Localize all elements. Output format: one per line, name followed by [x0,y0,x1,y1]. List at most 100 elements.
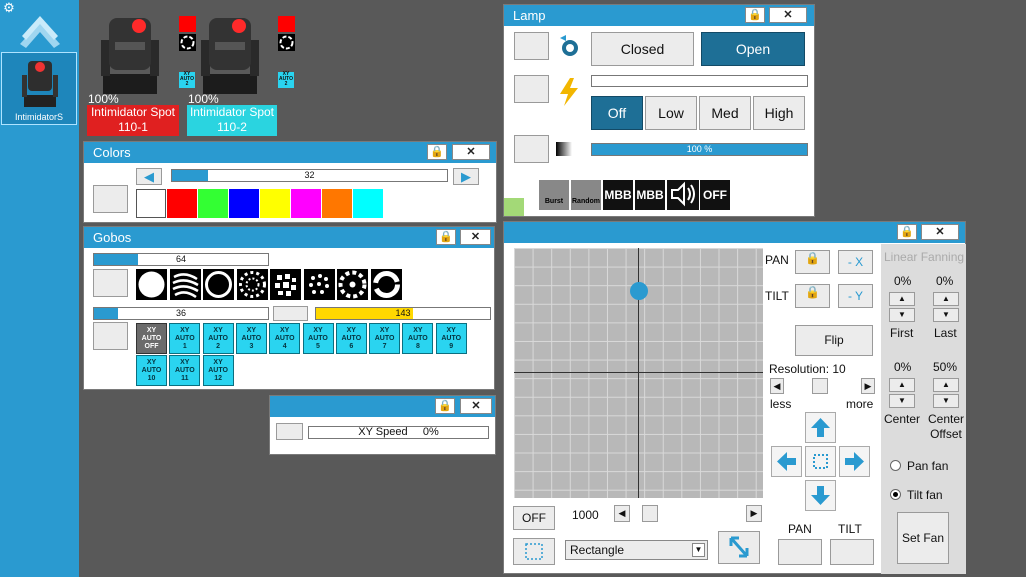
effect-mbb-button[interactable]: MBB [635,180,665,210]
xy-auto-button[interactable]: XY AUTO 4 [269,323,301,354]
color-swatch[interactable] [322,189,352,218]
fixture-2[interactable]: 100% Intimidator Spot 110-2 [187,12,277,137]
first-up-icon[interactable]: ▲ [889,292,915,306]
pan-lock-icon[interactable]: 🔒 [795,250,830,274]
gear-icon[interactable]: ⚙ [2,1,16,15]
xy-auto-button[interactable]: XY AUTO 8 [402,323,434,354]
arrow-down-icon[interactable] [805,480,836,511]
xy-auto-button[interactable]: XY AUTO 7 [369,323,401,354]
add-effect-icon[interactable] [504,198,524,216]
slider-thumb[interactable] [642,505,658,522]
speed-value-bar[interactable]: 143 [315,307,491,320]
gobos-title-bar[interactable]: Gobos 🔒 ✕ [84,227,494,248]
xy-auto-button[interactable]: XY AUTO 12 [202,355,234,386]
last-down-icon[interactable]: ▼ [933,308,959,322]
xy-auto-button[interactable]: XY AUTO 5 [302,323,334,354]
power-toggle-button[interactable] [514,75,549,103]
gobo-icon[interactable] [370,269,402,300]
pan-button[interactable] [778,539,822,565]
invert-y-button[interactable]: - Y [838,284,873,308]
gobo-value-bar[interactable]: 64 [93,253,269,266]
effect-mbb-button[interactable]: MBB [603,180,633,210]
close-button[interactable]: ✕ [460,229,491,245]
pan-fan-radio[interactable] [890,460,901,471]
colors-toggle-button[interactable] [93,185,128,213]
chevron-up-icon[interactable] [16,10,64,50]
prev-arrow-icon[interactable]: ◀ [136,168,162,185]
xy-auto-button[interactable]: XY AUTO 10 [136,355,167,386]
gobo-icon[interactable] [270,269,301,300]
color-swatch[interactable] [167,189,197,218]
effect-random-button[interactable]: Random [571,180,601,210]
arrow-right-icon[interactable] [839,446,870,477]
xy-auto-button[interactable]: XY AUTO 3 [235,323,267,354]
arrow-left-icon[interactable] [771,446,802,477]
swap-icon[interactable] [718,531,760,564]
gobo-icon[interactable] [169,269,201,300]
gobo-icon[interactable] [337,269,368,300]
slider-right-icon[interactable]: ▶ [746,505,762,522]
shape-select[interactable]: Rectangle ▼ [565,540,708,560]
pan-tilt-grid[interactable] [514,248,763,498]
lock-icon[interactable]: 🔒 [427,144,447,160]
fixture-1[interactable]: 100% Intimidator Spot 110-1 [87,12,179,137]
auto-toggle-button[interactable] [93,322,128,350]
speed-title-bar[interactable]: 🔒 ✕ [270,396,495,417]
slider-left-icon[interactable]: ◀ [770,378,784,394]
slider-thumb[interactable] [812,378,828,394]
effect-sound-button[interactable] [667,180,699,210]
closed-button[interactable]: Closed [591,32,694,66]
xy-auto-button[interactable]: XY AUTO 1 [169,323,201,354]
color-swatch[interactable] [353,189,383,218]
shutter-toggle-button[interactable] [514,32,549,60]
power-level-off-button[interactable]: Off [591,96,643,130]
dimmer-bar[interactable]: 100 % [591,143,808,156]
slider-left-icon[interactable]: ◀ [614,505,630,522]
lock-icon[interactable]: 🔒 [897,224,917,240]
color-swatch[interactable] [291,189,321,218]
gobo-toggle-button[interactable] [93,269,128,297]
select-area-icon[interactable] [513,538,555,565]
center-down-icon[interactable]: ▼ [889,394,915,408]
xy-auto-button[interactable]: XY AUTO OFF [136,323,167,354]
gobo-icon[interactable] [303,269,335,300]
invert-x-button[interactable]: - X [838,250,873,274]
chevron-down-icon[interactable]: ▼ [692,543,705,557]
lock-icon[interactable]: 🔒 [436,229,456,245]
center-icon[interactable] [805,446,836,477]
tilt-button[interactable] [830,539,874,565]
first-down-icon[interactable]: ▼ [889,308,915,322]
power-bar[interactable] [591,75,808,87]
xy-auto-button[interactable]: XY AUTO 6 [335,323,367,354]
power-level-high-button[interactable]: High [753,96,805,130]
next-arrow-icon[interactable]: ▶ [453,168,479,185]
open-button[interactable]: Open [701,32,805,66]
color-swatch[interactable] [136,189,166,218]
color-swatch[interactable] [229,189,259,218]
offset-down-icon[interactable]: ▼ [933,394,959,408]
offset-up-icon[interactable]: ▲ [933,378,959,392]
xy-auto-button[interactable]: XY AUTO 9 [435,323,467,354]
position-marker[interactable] [629,281,648,300]
color-swatch[interactable] [260,189,290,218]
power-level-low-button[interactable]: Low [645,96,697,130]
xy-auto-button[interactable]: XY AUTO 11 [169,355,201,386]
tilt-fan-radio[interactable] [890,489,901,500]
auto-value-bar[interactable]: 36 [93,307,269,320]
color-swatch[interactable] [198,189,228,218]
speed-slider[interactable]: ◀ ▶ [614,505,762,522]
tilt-lock-icon[interactable]: 🔒 [795,284,830,308]
pantilt-title-bar[interactable]: 🔒 ✕ [504,222,965,243]
flip-button[interactable]: Flip [795,325,873,356]
gobo-icon[interactable] [136,269,167,300]
lock-icon[interactable]: 🔒 [435,398,455,414]
last-up-icon[interactable]: ▲ [933,292,959,306]
close-button[interactable]: ✕ [460,398,492,414]
arrow-up-icon[interactable] [805,412,836,443]
center-up-icon[interactable]: ▲ [889,378,915,392]
xy-auto-button[interactable]: XY AUTO 2 [202,323,234,354]
close-button[interactable]: ✕ [452,144,490,160]
power-level-med-button[interactable]: Med [699,96,751,130]
dimmer-toggle-button[interactable] [514,135,549,163]
colors-title-bar[interactable]: Colors 🔒 ✕ [84,142,496,163]
